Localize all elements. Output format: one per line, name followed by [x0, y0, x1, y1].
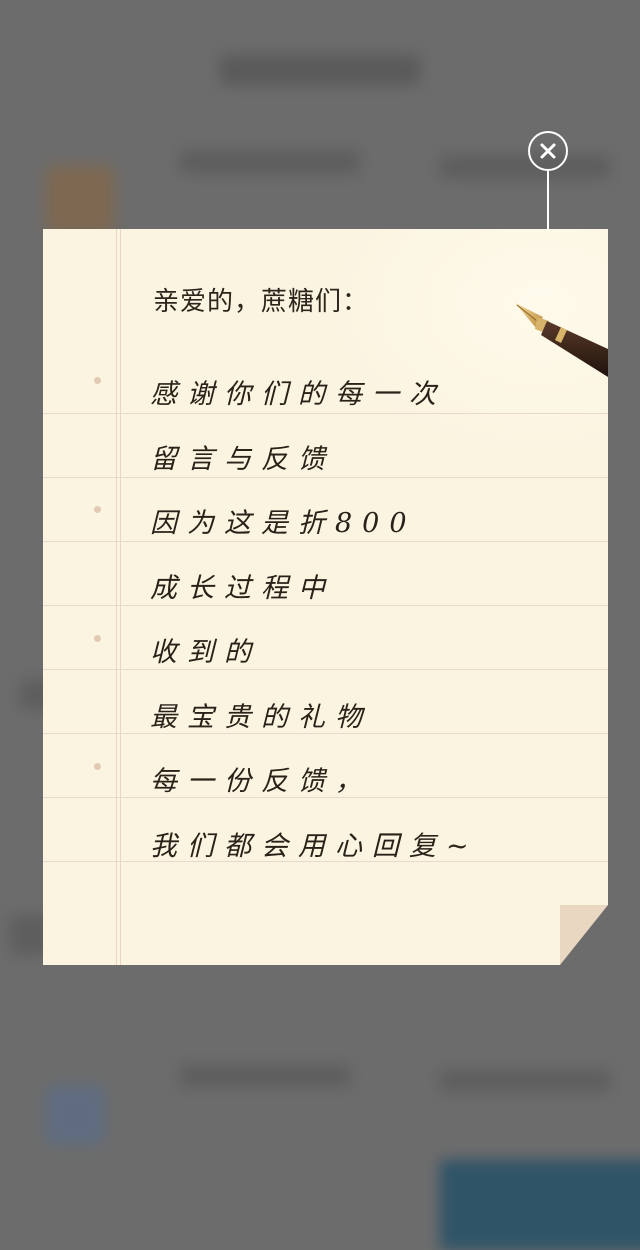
binder-hole	[94, 377, 101, 384]
fountain-pen-icon	[515, 303, 608, 377]
background-text-block	[180, 150, 360, 174]
note-line-2: 留言与反馈	[150, 444, 335, 475]
background-text-block	[440, 1070, 610, 1092]
background-avatar	[45, 1085, 105, 1145]
binder-hole	[94, 635, 101, 642]
ruled-line	[43, 669, 608, 670]
note-line-5: 收到的	[150, 637, 261, 668]
margin-line	[120, 229, 121, 965]
binder-hole	[94, 763, 101, 770]
close-button-string	[547, 171, 549, 229]
note-greeting: 亲爱的，蔗糖们：	[153, 287, 370, 317]
ruled-line	[43, 541, 608, 542]
ruled-line	[43, 413, 608, 414]
background-text-block	[180, 1065, 350, 1087]
close-button[interactable]	[528, 131, 568, 171]
close-icon	[540, 143, 556, 159]
note-line-8: 我们都会用心回复~	[150, 831, 479, 862]
note-line-7: 每一份反馈，	[150, 766, 372, 797]
background-avatar	[45, 165, 115, 235]
background-button	[440, 1160, 640, 1250]
note-line-4: 成长过程中	[150, 573, 335, 604]
binder-hole	[94, 506, 101, 513]
ruled-line	[43, 605, 608, 606]
ruled-line	[43, 477, 608, 478]
feedback-note-card: 亲爱的，蔗糖们： 感谢你们的每一次 留言与反馈 因为这是折800 成长过程中 收…	[43, 229, 608, 965]
note-line-3: 因为这是折800	[150, 508, 417, 539]
note-line-6: 最宝贵的礼物	[150, 702, 372, 733]
background-header	[220, 55, 420, 85]
note-line-1: 感谢你们的每一次	[150, 379, 446, 410]
background-text-block	[440, 155, 610, 179]
margin-line	[116, 229, 117, 965]
